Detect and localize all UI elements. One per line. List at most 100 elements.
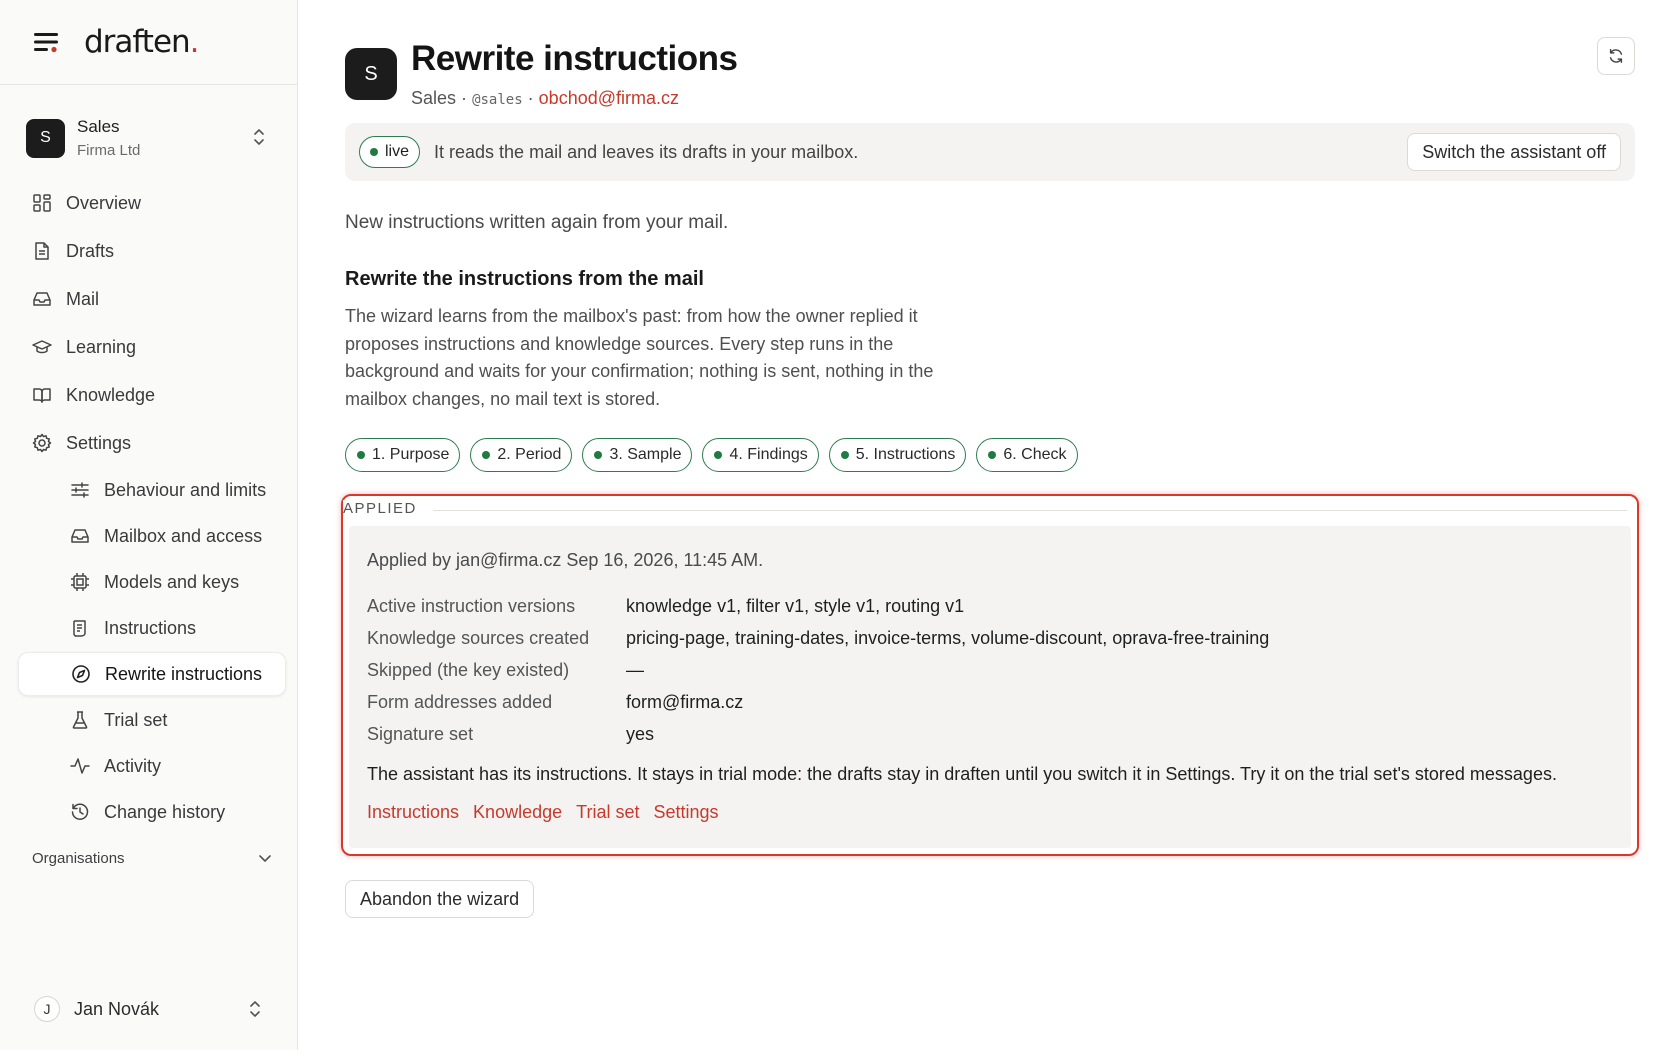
sidebar-item-label: Mailbox and access — [104, 525, 263, 546]
sidebar-item-label: Drafts — [66, 240, 115, 261]
sidebar-item-activity[interactable]: Activity — [18, 744, 286, 788]
detail-key: Active instruction versions — [367, 595, 576, 616]
workspace-switcher[interactable]: S Sales Firma Ltd — [26, 113, 276, 163]
detail-value: form@firma.cz — [626, 691, 744, 712]
step-purpose[interactable]: 1. Purpose — [345, 438, 461, 472]
detail-row: Skipped (the key existed) — — [367, 654, 1269, 686]
history-icon — [71, 803, 89, 820]
detail-key: Knowledge sources created — [367, 627, 590, 648]
step-check[interactable]: 6. Check — [976, 438, 1078, 472]
gear-icon — [32, 433, 52, 453]
inbox-icon — [71, 529, 89, 543]
mailbox-name: Sales — [411, 88, 457, 108]
result-message: The assistant has its instructions. It s… — [367, 764, 1557, 784]
detail-key: Form addresses added — [367, 691, 553, 712]
knowledge-link[interactable]: Knowledge — [473, 802, 562, 823]
live-dot-icon — [370, 148, 378, 156]
sidebar-item-behaviour-and-limits[interactable]: Behaviour and limits — [18, 468, 286, 512]
user-menu[interactable]: J Jan Novák — [34, 993, 274, 1025]
applied-legend: APPLIED — [343, 500, 431, 517]
sidebar-item-trial-set[interactable]: Trial set — [18, 698, 286, 742]
sidebar-item-label: Overview — [66, 192, 142, 213]
detail-value: yes — [626, 723, 655, 744]
user-name: Jan Novák — [74, 998, 160, 1019]
brand-row: draften. — [0, 0, 297, 85]
trial-set-link[interactable]: Trial set — [576, 802, 639, 823]
sidebar-item-settings[interactable]: Settings — [18, 420, 286, 466]
sidebar-item-mail[interactable]: Mail — [18, 276, 286, 322]
legend-divider — [433, 510, 1627, 511]
menu-icon[interactable] — [32, 28, 60, 56]
organisations-section[interactable]: Organisations — [32, 850, 272, 867]
sidebar-item-label: Settings — [66, 432, 132, 453]
section-description: The wizard learns from the mailbox's pas… — [345, 306, 934, 409]
workspace-avatar: S — [26, 118, 65, 158]
sidebar-item-learning[interactable]: Learning — [18, 324, 286, 370]
sidebar-item-label: Rewrite instructions — [105, 663, 263, 684]
sidebar-item-models-and-keys[interactable]: Models and keys — [18, 560, 286, 604]
app-logo[interactable]: draften. — [84, 24, 200, 60]
activity-icon — [70, 758, 90, 774]
applied-details: Active instruction versions knowledge v1,… — [367, 590, 1269, 750]
applied-by-line: Applied by jan@firma.cz Sep 16, 2026, 11… — [367, 550, 764, 570]
abandon-wizard-button[interactable]: Abandon the wizard — [345, 880, 535, 918]
step-findings[interactable]: 4. Findings — [702, 438, 819, 472]
sidebar-item-label: Behaviour and limits — [104, 479, 267, 500]
intro-text: New instructions written again from your… — [345, 212, 729, 233]
compass-icon — [72, 665, 90, 683]
page-title: Rewrite instructions — [411, 39, 738, 78]
step-done-icon — [357, 451, 365, 459]
detail-key: Skipped (the key existed) — [367, 659, 570, 680]
sidebar-item-label: Learning — [66, 336, 137, 357]
document-icon — [35, 242, 49, 260]
inbox-icon — [33, 292, 51, 306]
detail-row: Form addresses added form@firma.cz — [367, 686, 1269, 718]
sidebar-item-change-history[interactable]: Change history — [18, 790, 286, 834]
refresh-icon — [1609, 48, 1623, 64]
step-instructions[interactable]: 5. Instructions — [828, 438, 967, 472]
sidebar-item-rewrite-instructions[interactable]: Rewrite instructions — [18, 652, 286, 696]
detail-key: Signature set — [367, 723, 474, 744]
chevron-down-icon — [259, 854, 271, 862]
step-done-icon — [482, 451, 491, 459]
sidebar-item-label: Change history — [104, 801, 226, 822]
sidebar-nav: Overview Drafts Mail Learning Knowledge … — [18, 180, 286, 836]
switch-assistant-off-button[interactable]: Switch the assistant off — [1407, 133, 1621, 171]
applied-fieldset: APPLIED Applied by jan@firma.cz Sep 16, … — [341, 494, 1639, 856]
page-header: S Rewrite instructions Sales · @sales · … — [345, 38, 738, 109]
detail-row: Knowledge sources created pricing-page, t… — [367, 622, 1269, 654]
refresh-button[interactable] — [1597, 37, 1635, 75]
sidebar-item-label: Mail — [66, 288, 100, 309]
sidebar-item-mailbox-and-access[interactable]: Mailbox and access — [18, 514, 286, 558]
detail-value: knowledge v1, filter v1, style v1, routi… — [626, 595, 965, 616]
sidebar-item-label: Trial set — [104, 709, 168, 730]
sliders-icon — [71, 482, 89, 498]
settings-link[interactable]: Settings — [653, 802, 718, 823]
status-text: It reads the mail and leaves its drafts … — [434, 141, 859, 162]
sidebar-item-drafts[interactable]: Drafts — [18, 228, 286, 274]
applied-panel: Applied by jan@firma.cz Sep 16, 2026, 11… — [349, 526, 1631, 848]
avatar: J — [34, 996, 60, 1022]
sidebar-item-overview[interactable]: Overview — [18, 180, 286, 226]
detail-row: Signature set yes — [367, 718, 1269, 750]
instructions-link[interactable]: Instructions — [367, 802, 459, 823]
step-period[interactable]: 2. Period — [470, 438, 573, 472]
section-title: Rewrite the instructions from the mail — [345, 268, 704, 290]
sidebar-item-label: Models and keys — [104, 571, 240, 592]
sidebar: draften. S Sales Firma Ltd Overview Draf… — [0, 0, 298, 1050]
step-done-icon — [840, 451, 849, 459]
sidebar-item-instructions[interactable]: Instructions — [18, 606, 286, 650]
mailbox-email-link[interactable]: obchod@firma.cz — [539, 88, 679, 108]
mailbox-subline: Sales · @sales · obchod@firma.cz — [411, 88, 679, 108]
main-content: S Rewrite instructions Sales · @sales · … — [341, 0, 1639, 1050]
sidebar-item-label: Activity — [104, 755, 162, 776]
step-done-icon — [594, 451, 603, 459]
cpu-icon — [71, 573, 89, 591]
sidebar-item-knowledge[interactable]: Knowledge — [18, 372, 286, 418]
assistant-status-bar: live It reads the mail and leaves its dr… — [345, 123, 1635, 181]
detail-value: pricing-page, training-dates, invoice-te… — [626, 627, 1270, 648]
result-links: Instructions Knowledge Trial set Setting… — [367, 802, 733, 823]
mailbox-handle: @sales — [472, 92, 523, 108]
dashboard-icon — [33, 194, 51, 212]
step-sample[interactable]: 3. Sample — [582, 438, 693, 472]
